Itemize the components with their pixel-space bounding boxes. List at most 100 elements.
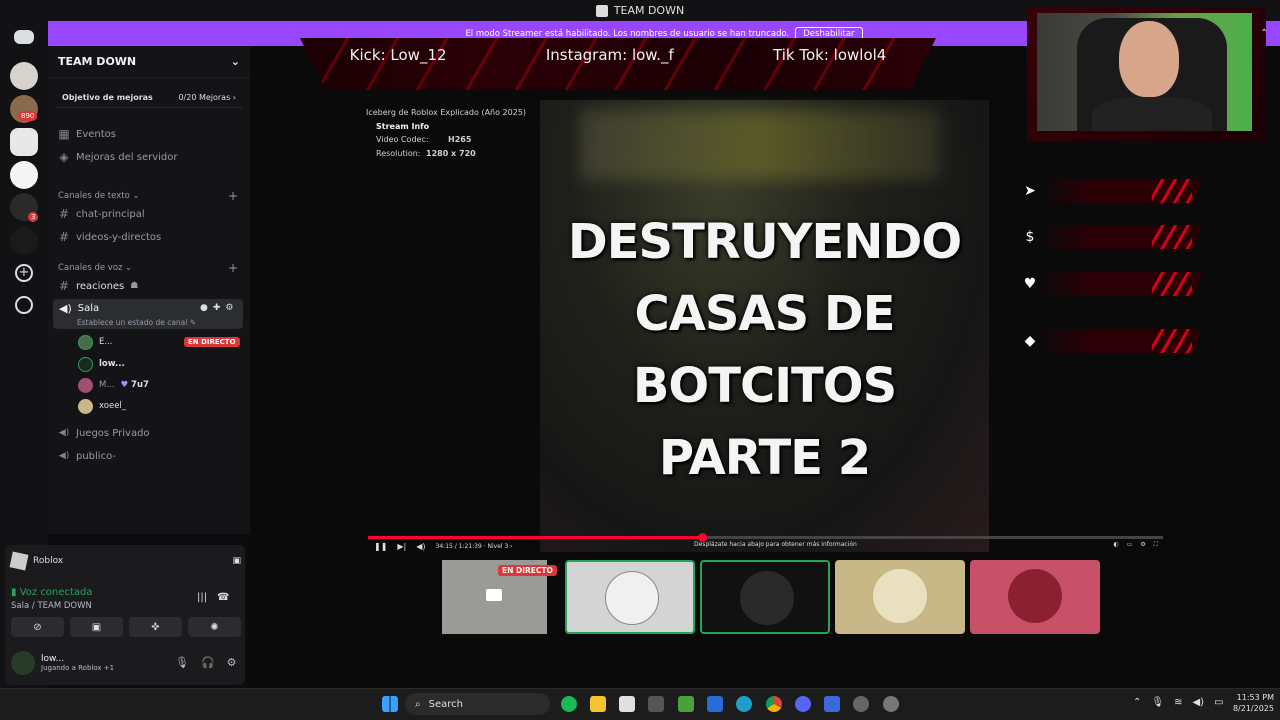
folder-icon[interactable] xyxy=(590,696,606,712)
autoplay-toggle-icon[interactable]: ◐ xyxy=(1113,541,1118,549)
avatar xyxy=(873,569,927,623)
current-user[interactable]: low... Jugando a Roblox +1 xyxy=(11,651,114,675)
add-server-icon[interactable]: + xyxy=(15,264,33,282)
activities-button[interactable]: ✜ xyxy=(129,617,182,637)
server-icon[interactable] xyxy=(10,62,38,90)
channel-label: publico- xyxy=(76,450,116,462)
server-icon[interactable] xyxy=(10,161,38,189)
voice-member[interactable]: E... xyxy=(78,334,112,350)
channel-reaciones[interactable]: # reaciones ☗ xyxy=(58,277,138,295)
speaker-icon: ◀) xyxy=(58,451,70,461)
discord-taskbar-icon[interactable] xyxy=(795,696,811,712)
channel-chat-principal[interactable]: # chat-principal xyxy=(58,205,145,223)
mic-icon[interactable]: 🎙 xyxy=(175,656,189,669)
participant-tile[interactable] xyxy=(970,560,1100,634)
voice-location[interactable]: Sala / TEAM DOWN xyxy=(11,601,92,611)
add-channel-icon[interactable]: + xyxy=(228,189,238,203)
server-header[interactable]: TEAM DOWN ⌄ xyxy=(48,46,250,78)
headphones-icon[interactable]: 🎧 xyxy=(201,656,215,669)
server-icon[interactable] xyxy=(10,227,38,255)
avatar xyxy=(78,398,93,414)
subtitles-icon[interactable]: ▭ xyxy=(1127,541,1133,549)
chat-icon[interactable]: ● xyxy=(200,303,208,313)
gear-icon[interactable]: ⚙ xyxy=(227,656,237,669)
channel-juegos-privado[interactable]: ◀) Juegos Privado xyxy=(58,424,150,442)
add-channel-icon[interactable]: + xyxy=(228,261,238,275)
live-badge: EN DIRECTO xyxy=(184,337,240,347)
windows-start-icon[interactable] xyxy=(382,696,398,712)
participant-tile[interactable] xyxy=(700,560,830,634)
participant-tile[interactable] xyxy=(565,560,695,634)
blurred-banner xyxy=(580,110,940,180)
mic-icon[interactable]: 🎙 xyxy=(1151,697,1164,708)
video-progress-bar[interactable] xyxy=(368,533,1163,542)
chrome-icon[interactable] xyxy=(766,696,782,712)
voice-member[interactable]: xoeel_ xyxy=(78,398,126,414)
boost-label: Objetivo de mejoras xyxy=(62,93,153,102)
live-badge: EN DIRECTO xyxy=(498,565,557,576)
clock-time: 11:53 PM xyxy=(1236,693,1274,702)
headline-line: DESTRUYENDO xyxy=(567,214,962,270)
events-link[interactable]: ▦ Eventos xyxy=(58,125,116,143)
channel-publico[interactable]: ◀) publico- xyxy=(58,447,116,465)
store-icon[interactable] xyxy=(619,696,635,712)
app-icon[interactable] xyxy=(853,696,869,712)
settings-taskbar-icon[interactable] xyxy=(883,696,899,712)
next-icon[interactable]: ▶| xyxy=(397,542,406,551)
clock-date: 8/21/2025 xyxy=(1232,704,1274,713)
fullscreen-icon[interactable]: ⛶ xyxy=(1154,541,1158,549)
channel-videos-y-directos[interactable]: # videos-y-directos xyxy=(58,228,161,246)
share-screen-button[interactable]: ▣ xyxy=(70,617,123,637)
codec-label: Video Codec: xyxy=(376,135,429,144)
editor-icon[interactable] xyxy=(707,696,723,712)
camera-off-button[interactable]: ⊘ xyxy=(11,617,64,637)
hash-icon: # xyxy=(58,230,70,244)
cursor-icon: ➤ xyxy=(1024,183,1036,199)
volume-icon[interactable]: ◀) xyxy=(416,542,425,551)
voice-buttons: ⊘ ▣ ✜ ✺ xyxy=(11,617,241,637)
taskbar-search[interactable]: ⌕ Search xyxy=(405,693,550,715)
server-icon-active[interactable] xyxy=(10,128,38,156)
voice-member[interactable]: low... xyxy=(78,356,125,372)
discord-home-icon[interactable] xyxy=(14,30,34,44)
channel-label: reaciones xyxy=(76,280,125,292)
chevron-up-icon[interactable]: ⌃ xyxy=(1133,697,1141,708)
settings-icon[interactable]: ⚙ xyxy=(1140,541,1145,549)
signal-icon: ▮ xyxy=(11,587,17,598)
voice-category[interactable]: Canales de voz ⌄ + xyxy=(58,261,238,275)
boost-goal[interactable]: Objetivo de mejoras 0/20 Mejoras › xyxy=(56,88,242,108)
activity-row[interactable]: Roblox ▣ xyxy=(9,551,241,571)
voice-channel-status[interactable]: Establece un estado de canal ✎ xyxy=(77,318,196,327)
resolution-value: 1280 x 720 xyxy=(426,148,476,158)
voice-member[interactable]: M... ♥ 7u7 xyxy=(78,377,149,393)
taskbar-clock[interactable]: 11:53 PM 8/21/2025 xyxy=(1222,692,1274,714)
volume-icon[interactable]: ◀) xyxy=(1192,697,1204,708)
wifi-icon[interactable]: ≋ xyxy=(1174,697,1182,708)
participant-tile[interactable] xyxy=(835,560,965,634)
pause-icon[interactable]: ❚❚ xyxy=(374,542,387,551)
text-category[interactable]: Canales de texto ⌄ + xyxy=(58,189,238,203)
mention-badge: 3 xyxy=(28,212,39,222)
avatar xyxy=(78,334,93,350)
voice-connected-label: ▮ Voz conectada xyxy=(11,587,93,598)
edge-icon[interactable] xyxy=(736,696,752,712)
member-name: E... xyxy=(99,337,113,347)
voice-category-label: Canales de voz ⌄ xyxy=(58,263,133,273)
discover-icon[interactable] xyxy=(15,296,33,314)
screen-share-icon[interactable]: ▣ xyxy=(232,556,241,566)
close-icon[interactable]: ⌃ xyxy=(1260,28,1268,39)
minecraft-icon[interactable] xyxy=(678,696,694,712)
user-controls: 🎙 🎧 ⚙ xyxy=(175,656,237,669)
server-boosts-link[interactable]: ◈ Mejoras del servidor xyxy=(58,148,177,166)
invite-icon[interactable]: ✚ xyxy=(213,303,221,313)
member-name: low... xyxy=(99,359,125,369)
disconnect-icon[interactable]: ☎ xyxy=(217,592,229,603)
ghost-icon: ☗ xyxy=(130,281,139,291)
diamond-icon: ◆ xyxy=(1024,333,1036,349)
soundboard-button[interactable]: ✺ xyxy=(188,617,241,637)
spotify-icon[interactable] xyxy=(561,696,577,712)
app-icon[interactable] xyxy=(648,696,664,712)
gear-icon[interactable]: ⚙ xyxy=(225,303,233,313)
soundboard-icon[interactable]: ||| xyxy=(197,592,207,603)
roblox-taskbar-icon[interactable] xyxy=(824,696,840,712)
